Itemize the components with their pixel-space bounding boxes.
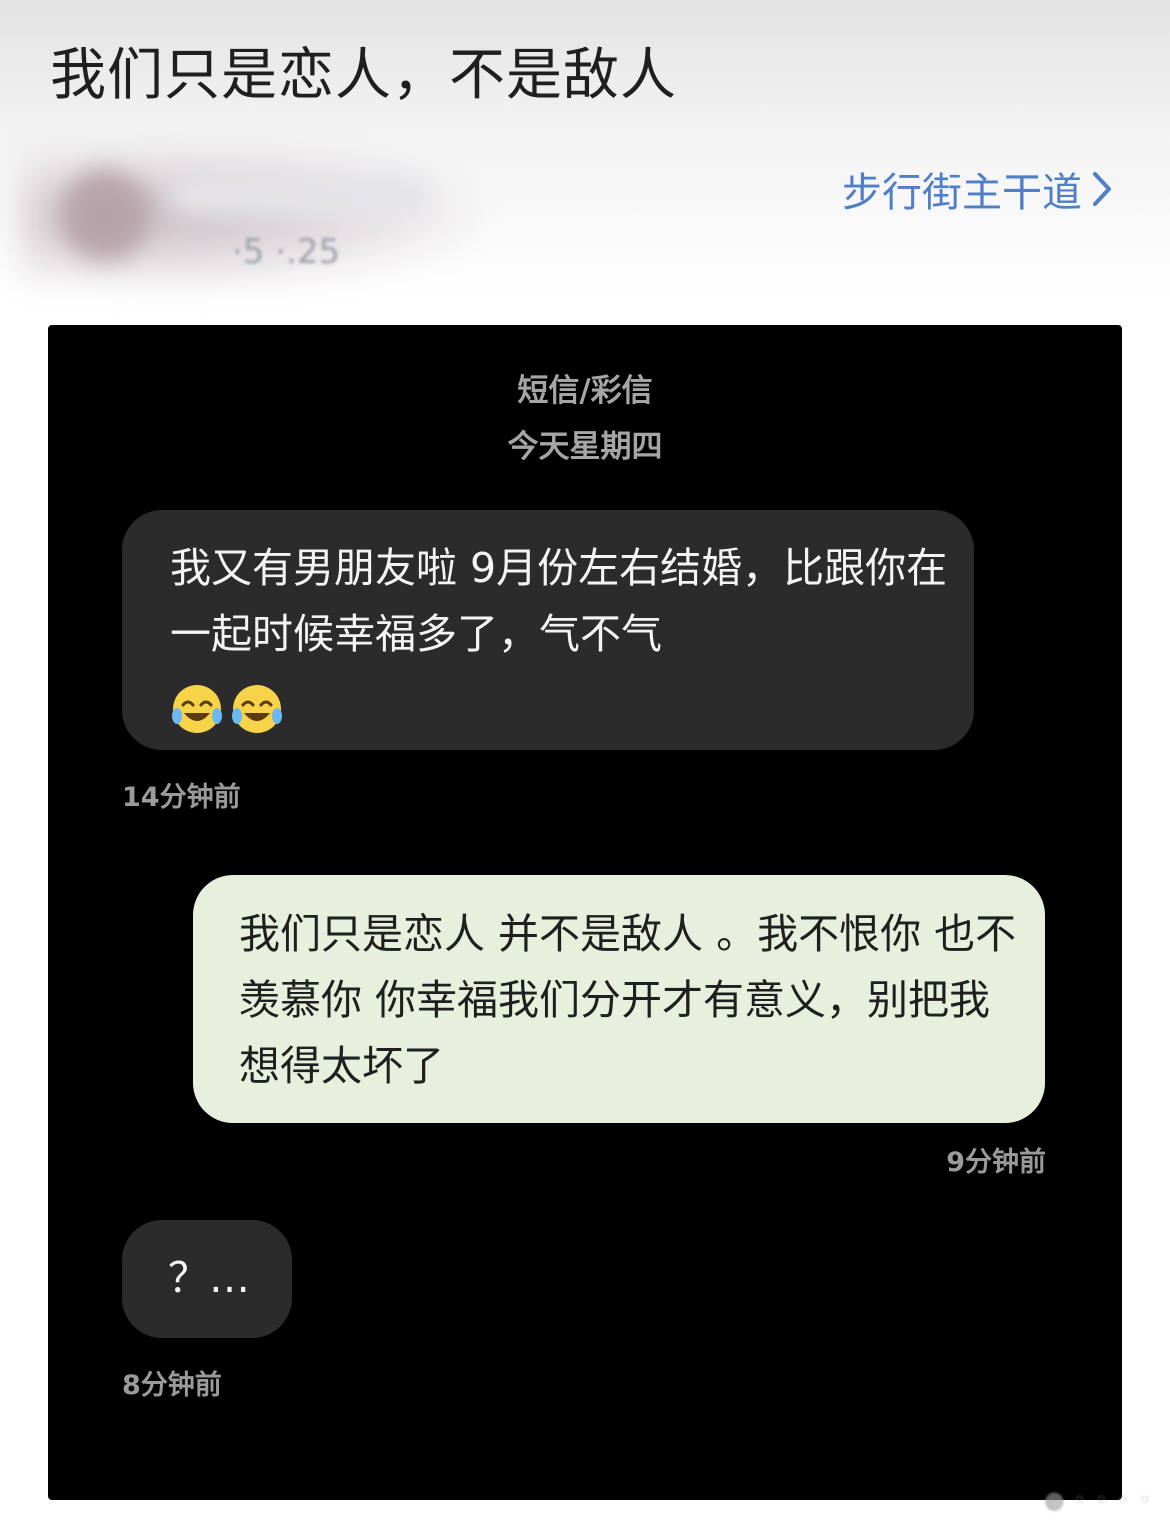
avatar[interactable] (60, 170, 150, 260)
topic-link-label: 步行街主干道 (842, 170, 1082, 216)
chevron-right-icon (1093, 172, 1111, 206)
message-text: 我们只是恋人 并不是敌人 。我不恨你 也不羡慕你 你幸福我们分开才有意义，别把我… (239, 910, 1017, 1090)
message-text: ？… (168, 1254, 250, 1302)
message-time: 14分钟前 (122, 782, 241, 813)
tears-of-joy-emoji-icon (232, 685, 282, 733)
tears-of-joy-emoji-icon (172, 685, 222, 733)
post-title: 我们只是恋人，不是敌人 (50, 43, 677, 108)
message-text: 我又有男朋友啦 9月份左右结婚，比跟你在一起时候幸福多了，气不气 (170, 544, 948, 658)
post-time: ·5 ·.25 (232, 232, 341, 272)
topic-link[interactable]: 步行街主干道 (842, 160, 1112, 218)
incoming-message-bubble[interactable]: ？… (122, 1220, 292, 1338)
sms-header: 短信/彩信 (517, 373, 653, 409)
incoming-message-bubble[interactable]: 我又有男朋友啦 9月份左右结婚，比跟你在一起时候幸福多了，气不气 (122, 510, 974, 750)
emoji-row (170, 682, 284, 736)
author-name-blurred[interactable] (170, 175, 430, 215)
sms-date: 今天星期四 (507, 429, 663, 465)
watermark: ● ◦ ◦ ◦ ◦ (1043, 1486, 1152, 1514)
sms-screenshot: 短信/彩信 今天星期四 我又有男朋友啦 9月份左右结婚，比跟你在一起时候幸福多了… (48, 325, 1122, 1500)
message-time: 9分钟前 (946, 1147, 1046, 1178)
message-time: 8分钟前 (122, 1370, 222, 1401)
outgoing-message-bubble[interactable]: 我们只是恋人 并不是敌人 。我不恨你 也不羡慕你 你幸福我们分开才有意义，别把我… (193, 875, 1045, 1123)
